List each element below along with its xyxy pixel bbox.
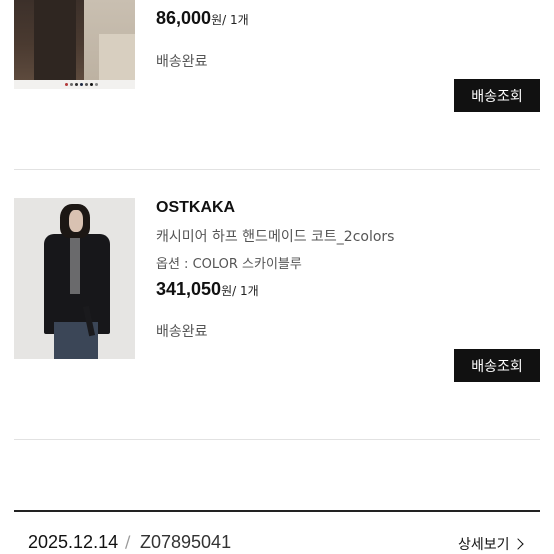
divider <box>14 439 540 440</box>
order-detail-label: 상세보기 <box>458 537 510 553</box>
price-value: 341,050 <box>156 279 222 299</box>
delivery-status: 배송완료 <box>156 324 208 340</box>
product-option: 옵션 : COLOR 스카이블루 <box>156 257 302 272</box>
order-header-divider <box>14 510 540 512</box>
track-delivery-button[interactable]: 배송조회 <box>454 349 540 382</box>
model-figure <box>70 238 80 294</box>
model-figure <box>69 210 83 232</box>
order-item: OSTKAKA 캐시미어 하프 핸드메이드 코트_2colors 옵션 : CO… <box>0 0 554 440</box>
brand-name[interactable]: OSTKAKA <box>156 199 235 217</box>
order-separator: / <box>125 532 131 551</box>
product-thumbnail[interactable] <box>14 198 135 359</box>
chevron-right-icon <box>511 538 524 550</box>
order-number: Z07895041 <box>140 532 232 552</box>
quantity-label: 원/ 1개 <box>221 284 259 298</box>
price: 341,050원/ 1개 <box>156 279 259 300</box>
order-detail-link[interactable]: 상세보기 <box>458 534 524 554</box>
order-date: 2025.12.14 <box>28 532 119 552</box>
product-name[interactable]: 캐시미어 하프 핸드메이드 코트_2colors <box>156 226 394 246</box>
